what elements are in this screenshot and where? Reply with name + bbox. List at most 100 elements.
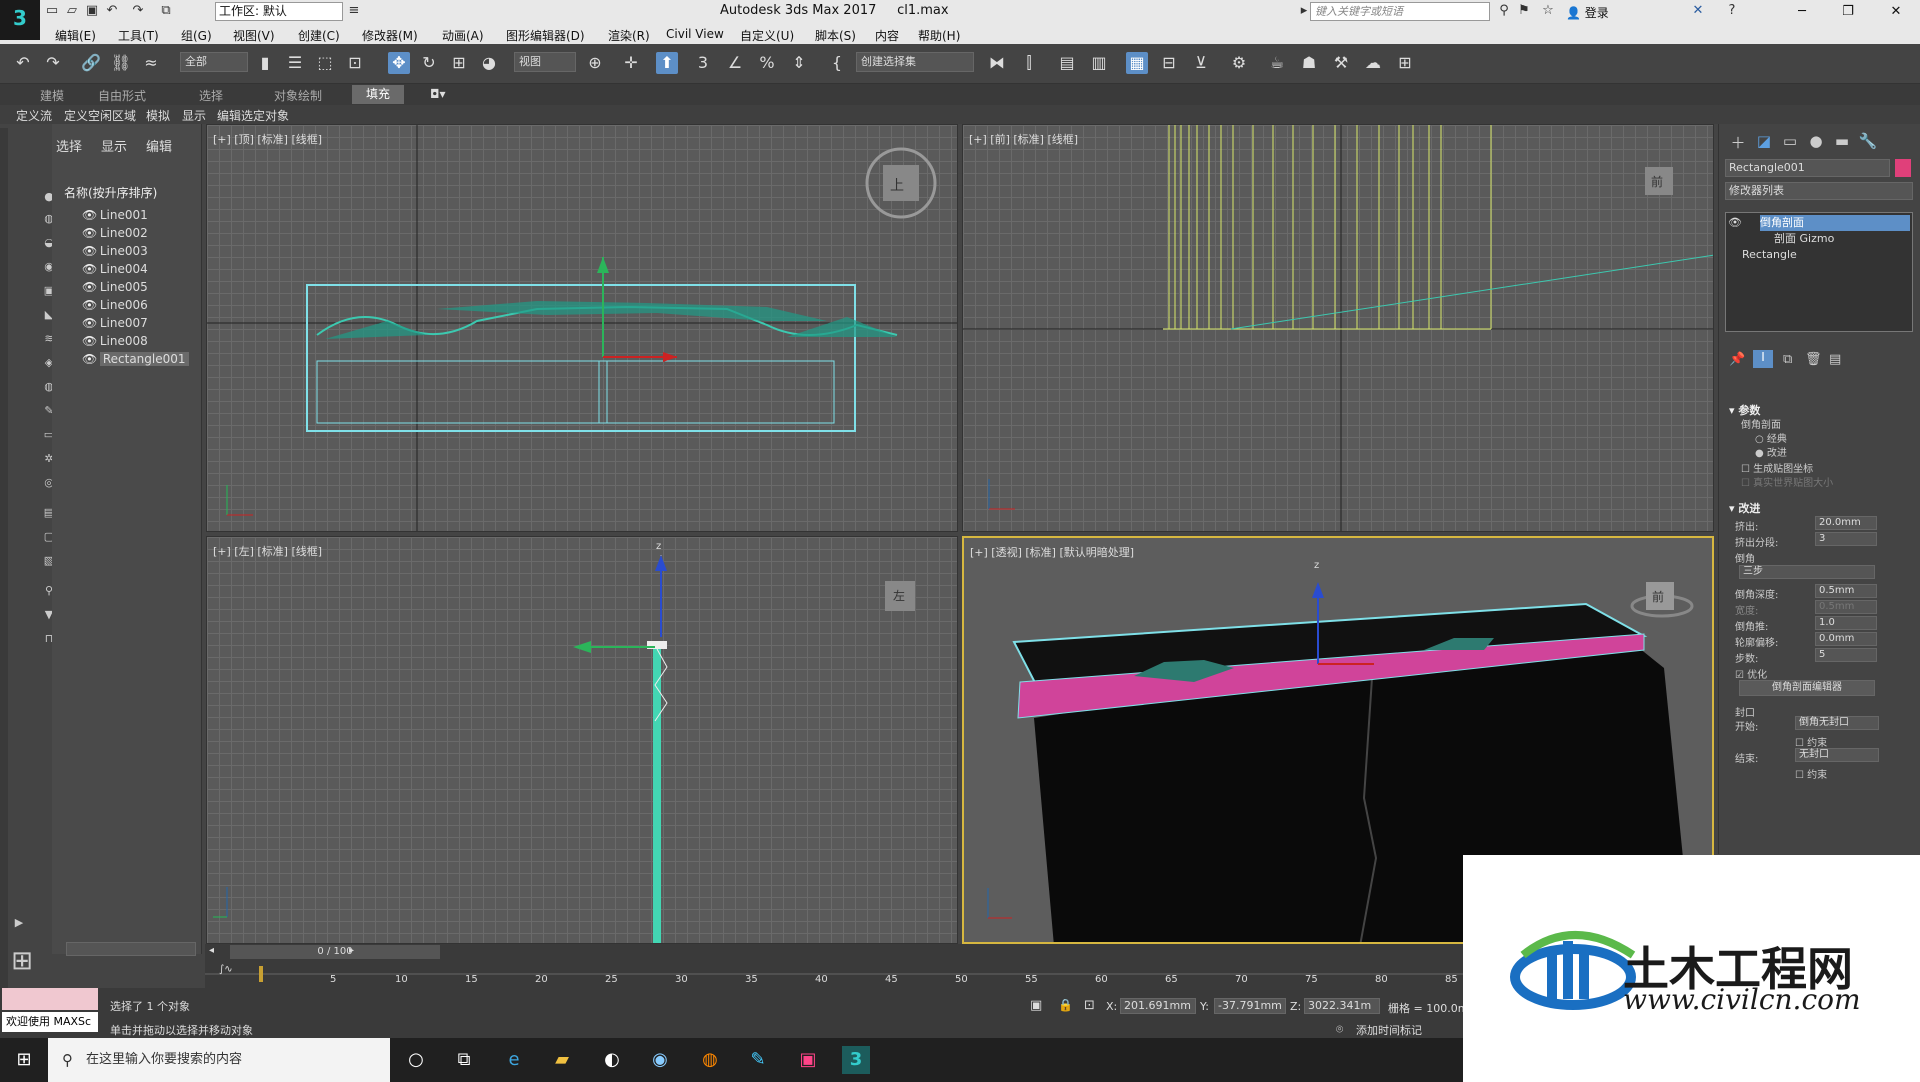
expand-panel-icon[interactable]: ▶ xyxy=(10,914,28,932)
visibility-eye-icon[interactable]: 👁 xyxy=(82,260,97,278)
prev-frame-icon[interactable]: ◂ xyxy=(209,945,214,956)
frame-indicator[interactable]: 0 / 100 xyxy=(230,945,440,959)
object-name-field[interactable]: Rectangle001 xyxy=(1725,159,1890,177)
define-flows-button[interactable]: 定义流 xyxy=(16,107,52,124)
menu-graph-editors[interactable]: 图形编辑器(D) xyxy=(506,27,585,44)
extrude-spinner[interactable]: 20.0mm xyxy=(1815,516,1877,530)
selection-filter-dropdown[interactable]: 全部 xyxy=(180,52,248,72)
workspace-dropdown[interactable]: 工作区: 默认 xyxy=(215,2,343,21)
unlink-icon[interactable]: ⛓ xyxy=(110,52,132,74)
scene-tab-display[interactable]: 显示 xyxy=(101,136,127,155)
absolute-mode-icon[interactable]: ⊡ xyxy=(1084,998,1095,1013)
visibility-eye-icon[interactable]: 👁 xyxy=(82,332,97,350)
modifier-visibility-icon[interactable]: 👁 xyxy=(1728,215,1744,231)
time-slider[interactable]: ◂ 0 / 100 ▸ xyxy=(205,944,1485,960)
mirror-icon[interactable]: ⧓ xyxy=(986,52,1008,74)
render-setup-icon[interactable]: ⚙ xyxy=(1228,52,1250,74)
window-crossing-icon[interactable]: ⊡ xyxy=(344,52,366,74)
gen-map-coords-checkbox[interactable]: ☐ 生成贴图坐标 xyxy=(1741,460,1813,475)
align-icon[interactable]: ⫿ xyxy=(1018,52,1040,74)
simulate-button[interactable]: 模拟 xyxy=(146,107,170,124)
viewcube-face-label[interactable]: 上 xyxy=(890,175,904,195)
extrude-segments-spinner[interactable]: 3 xyxy=(1815,532,1877,546)
named-selection-dropdown[interactable]: 创建选择集 xyxy=(856,52,974,72)
viewcube-face-label[interactable]: 前 xyxy=(1651,173,1663,190)
selection-lock-icon[interactable]: 🔒 xyxy=(1058,998,1073,1012)
bevel-push-spinner[interactable]: 1.0 xyxy=(1815,616,1877,630)
viewport-top[interactable]: [+] [顶] [标准] [线框] 上 xyxy=(206,124,958,532)
ribbon-options-icon[interactable]: ◘▾ xyxy=(430,87,446,101)
new-file-icon[interactable]: ▭ xyxy=(44,3,60,19)
schematic-view-icon[interactable]: ⊟ xyxy=(1158,52,1180,74)
redo-icon[interactable]: ↷ xyxy=(130,3,146,19)
visibility-eye-icon[interactable]: 👁 xyxy=(82,206,97,224)
menu-animation[interactable]: 动画(A) xyxy=(442,27,484,44)
z-coord-field[interactable]: 3022.341m xyxy=(1304,998,1380,1014)
bevel-type-dropdown[interactable]: 三步 xyxy=(1739,565,1875,579)
project-icon[interactable]: ⧉ xyxy=(158,3,174,19)
workspace-expand-icon[interactable]: ≡ xyxy=(346,3,362,19)
search-input[interactable]: 键入关键字或短语 xyxy=(1310,2,1490,21)
snap-toggle-icon[interactable]: 3 xyxy=(692,52,714,74)
remove-modifier-icon[interactable]: 🗑 xyxy=(1805,352,1822,367)
time-cursor[interactable] xyxy=(259,966,263,982)
create-tab-icon[interactable]: ＋ xyxy=(1727,132,1749,152)
stack-item-bevel-profile[interactable]: 倒角剖面 xyxy=(1760,215,1910,231)
next-frame-icon[interactable]: ▸ xyxy=(349,945,354,956)
visibility-eye-icon[interactable]: 👁 xyxy=(82,278,97,296)
visibility-eye-icon[interactable]: 👁 xyxy=(82,242,97,260)
menu-scripting[interactable]: 脚本(S) xyxy=(815,27,856,44)
subscription-icon[interactable]: ⚑ xyxy=(1516,3,1532,19)
contour-offset-spinner[interactable]: 0.0mm xyxy=(1815,632,1877,646)
menu-views[interactable]: 视图(V) xyxy=(233,27,275,44)
real-world-size-checkbox[interactable]: ☐ 真实世界贴图大小 xyxy=(1741,474,1833,489)
login-button[interactable]: 👤 登录 xyxy=(1566,4,1609,21)
menu-edit[interactable]: 编辑(E) xyxy=(55,27,96,44)
modifier-list-dropdown[interactable]: 修改器列表 xyxy=(1725,182,1913,200)
width-spinner[interactable]: 0.5mm xyxy=(1815,600,1877,614)
firefox-icon[interactable]: ◍ xyxy=(696,1046,724,1074)
radio-improved[interactable]: ● 改进 xyxy=(1755,444,1787,459)
scene-column-header[interactable]: 名称(按升序排序) xyxy=(64,184,199,201)
menu-help[interactable]: 帮助(H) xyxy=(918,27,960,44)
visibility-eye-icon[interactable]: 👁 xyxy=(82,224,97,242)
percent-snap-icon[interactable]: % xyxy=(756,52,778,74)
select-rotate-icon[interactable]: ↻ xyxy=(418,52,440,74)
curve-editor-icon[interactable]: ▦ xyxy=(1126,52,1148,74)
keyboard-shortcut-override-icon[interactable]: ⬆ xyxy=(656,52,678,74)
curve-editor-toggle-icon[interactable]: ∫∿ xyxy=(219,964,233,975)
redo-icon[interactable]: ↷ xyxy=(42,52,64,74)
display-button[interactable]: 显示 xyxy=(182,107,206,124)
undo-icon[interactable]: ↶ xyxy=(12,52,34,74)
rect-selection-icon[interactable]: ⬚ xyxy=(314,52,336,74)
angle-snap-icon[interactable]: ∠ xyxy=(724,52,746,74)
minimize-icon[interactable]: ─ xyxy=(1780,0,1824,24)
render-production-icon[interactable]: ☗ xyxy=(1298,52,1320,74)
tab-modeling[interactable]: 建模 xyxy=(40,87,64,104)
x-coord-field[interactable]: 201.691mm xyxy=(1120,998,1196,1014)
cortana-icon[interactable]: ○ xyxy=(402,1046,430,1074)
cap-end-dropdown[interactable]: 无封口 xyxy=(1795,748,1879,762)
time-tag-icon[interactable]: ⌾ xyxy=(1336,1022,1343,1037)
utilities-tab-icon[interactable]: 🔧 xyxy=(1857,132,1879,152)
select-move-icon[interactable]: ✥ xyxy=(388,52,410,74)
binoculars-icon[interactable]: ⚲ xyxy=(1496,3,1512,19)
windows-start-icon[interactable]: ⊞ xyxy=(10,1046,38,1074)
viewcube-face-label[interactable]: 左 xyxy=(893,587,905,604)
viewport-front[interactable]: [+] [前] [标准] [线框] 前 xyxy=(962,124,1714,532)
save-icon[interactable]: ▣ xyxy=(84,3,100,19)
viewport-layout-icon[interactable]: ⊞ xyxy=(6,944,38,978)
place-icon[interactable]: ◕ xyxy=(478,52,500,74)
material-editor-icon[interactable]: ⊻ xyxy=(1190,52,1212,74)
help-icon[interactable]: ? xyxy=(1724,3,1740,19)
track-bar[interactable]: ∫∿ 5 10 15 20 25 30 35 40 45 50 55 60 65… xyxy=(205,960,1485,988)
viewport-label[interactable]: [+] [顶] [标准] [线框] xyxy=(213,131,322,147)
chat-app-icon[interactable]: ◐ xyxy=(598,1046,626,1074)
manipulate-icon[interactable]: ✛ xyxy=(620,52,642,74)
render-iterative-icon[interactable]: ⚒ xyxy=(1330,52,1352,74)
tab-selection[interactable]: 选择 xyxy=(199,87,223,104)
stack-item-rectangle[interactable]: Rectangle xyxy=(1742,247,1797,263)
viewcube-face-label[interactable]: 前 xyxy=(1652,588,1664,605)
notes-icon[interactable]: ✎ xyxy=(744,1046,772,1074)
tab-object-paint[interactable]: 对象绘制 xyxy=(274,87,322,104)
